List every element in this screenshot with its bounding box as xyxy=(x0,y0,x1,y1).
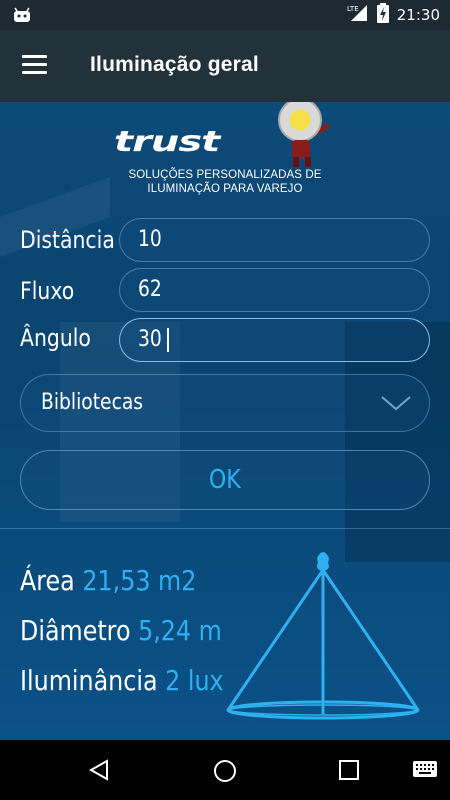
main-content: trust SOLUÇÕES PERSONALIZADAS DE ILUMINA… xyxy=(0,102,450,740)
tagline-line-2: ILUMINAÇÃO PARA VAREJO xyxy=(147,183,303,195)
fluxo-input[interactable]: 62 xyxy=(119,268,430,312)
android-icon xyxy=(12,5,32,30)
area-result: Área 21,53 m2 xyxy=(20,564,196,597)
recent-apps-icon[interactable] xyxy=(338,759,360,786)
nav-bar xyxy=(0,740,450,800)
text-cursor xyxy=(167,328,169,352)
diametro-result: Diâmetro 5,24 m xyxy=(20,614,222,647)
light-cone-icon xyxy=(222,544,432,739)
distancia-label: Distância xyxy=(20,226,115,254)
battery-charging-icon xyxy=(376,2,389,28)
ok-button[interactable]: OK xyxy=(20,450,430,510)
app-bar: Iluminação geral xyxy=(0,30,450,102)
back-icon[interactable] xyxy=(88,759,110,786)
iluminancia-label: Iluminância xyxy=(20,664,158,697)
diametro-label: Diâmetro xyxy=(20,614,131,647)
diametro-value: 5,24 m xyxy=(138,614,222,647)
hamburger-menu-icon[interactable] xyxy=(22,55,48,77)
home-icon[interactable] xyxy=(213,759,237,788)
angulo-value: 30 xyxy=(138,327,162,352)
area-value: 21,53 m2 xyxy=(82,564,197,597)
ok-button-label: OK xyxy=(209,465,241,495)
logo-tagline: SOLUÇÕES PERSONALIZADAS DE ILUMINAÇÃO PA… xyxy=(105,168,345,196)
category-selected: Bibliotecas xyxy=(41,390,144,415)
fluxo-value: 62 xyxy=(138,277,162,302)
category-select[interactable]: Bibliotecas xyxy=(20,374,430,432)
distancia-input[interactable]: 10 xyxy=(119,218,430,262)
angulo-label: Ângulo xyxy=(20,324,91,352)
signal-icon: LTE xyxy=(347,4,369,27)
angulo-input[interactable]: 30 xyxy=(119,318,430,362)
distancia-value: 10 xyxy=(138,227,162,252)
page-title: Iluminação geral xyxy=(90,53,259,76)
logo-wordmark: trust xyxy=(114,126,220,159)
iluminancia-value: 2 lux xyxy=(165,664,224,697)
keyboard-icon[interactable] xyxy=(412,760,438,785)
iluminancia-result: Iluminância 2 lux xyxy=(20,664,224,697)
area-label: Área xyxy=(20,564,75,597)
status-bar: LTE 21:30 xyxy=(0,0,450,30)
tagline-line-1: SOLUÇÕES PERSONALIZADAS DE xyxy=(128,169,322,181)
divider xyxy=(0,528,450,529)
chevron-down-icon xyxy=(381,395,411,416)
status-time: 21:30 xyxy=(396,6,440,24)
fluxo-label: Fluxo xyxy=(20,277,75,305)
network-label: LTE xyxy=(347,5,359,13)
